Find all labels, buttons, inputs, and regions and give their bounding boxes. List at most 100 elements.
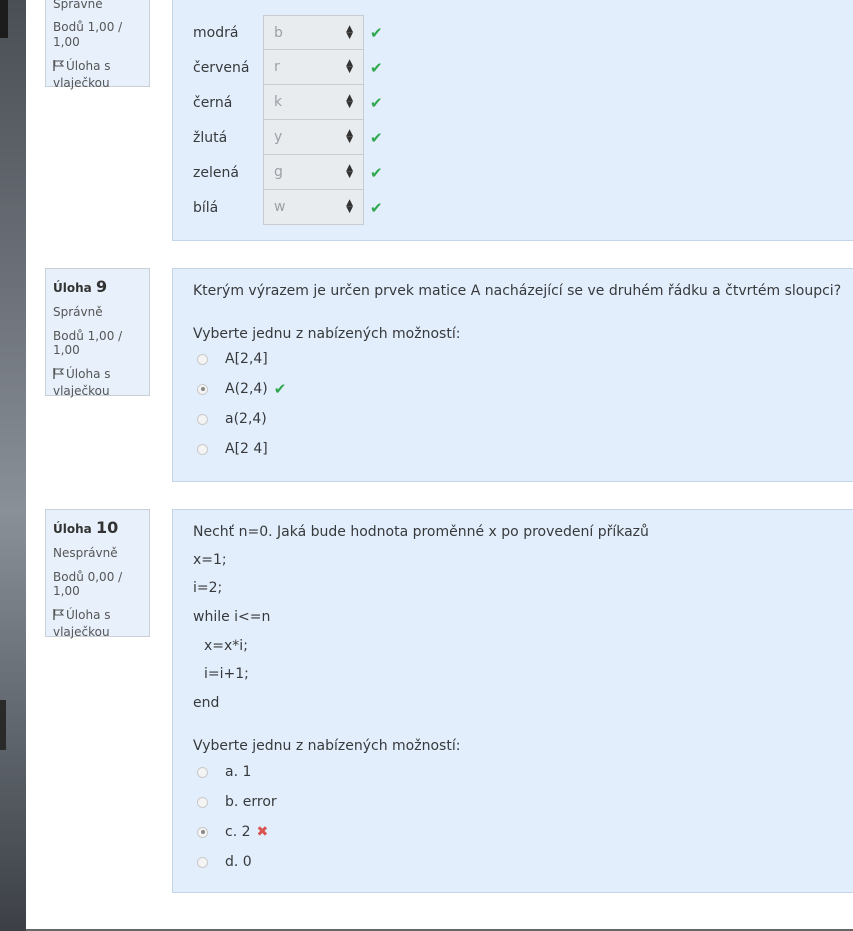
updown-caret-icon: ▲ ▼ xyxy=(346,93,353,110)
select-value: g xyxy=(274,164,283,180)
question-status: Nesprávně xyxy=(53,546,118,561)
match-select[interactable]: w ▲ ▼ xyxy=(263,190,364,225)
question-number-prefix: Úloha xyxy=(53,522,92,536)
updown-caret-icon: ▲ ▼ xyxy=(346,198,353,215)
quiz-review-page: Správně Bodů 1,00 / 1,00 Úloha s vlaječko… xyxy=(26,0,853,931)
flag-question-button[interactable]: Úloha s vlaječkou xyxy=(53,58,142,92)
match-label: zelená xyxy=(193,164,239,181)
question-text: Nechť n=0. Jaká bude hodnota proměnné x … xyxy=(193,524,649,540)
radio-button[interactable] xyxy=(197,766,208,778)
flag-icon xyxy=(53,368,64,380)
question-number-value: 9 xyxy=(95,277,108,296)
answer-prompt: Vyberte jednu z nabízených možností: xyxy=(193,326,461,342)
question-info-8: Správně Bodů 1,00 / 1,00 Úloha s vlaječko… xyxy=(45,0,150,90)
answer-option[interactable]: A[2 4] xyxy=(197,439,268,459)
code-line: x=1; xyxy=(193,552,227,568)
check-icon: ✔ xyxy=(370,58,383,77)
match-label: černá xyxy=(193,94,233,111)
updown-caret-icon: ▲ ▼ xyxy=(346,58,353,75)
question-text: Kterým výrazem je určen prvek matice A n… xyxy=(193,283,842,299)
flag-label: vlaječkou xyxy=(53,625,110,640)
match-label: bílá xyxy=(193,199,219,216)
answer-option[interactable]: A[2,4] xyxy=(197,349,268,369)
match-select[interactable]: r ▲ ▼ xyxy=(263,50,364,85)
flag-label: Úloha s xyxy=(66,367,111,382)
check-icon: ✔ xyxy=(370,163,383,182)
check-icon: ✔ xyxy=(370,93,383,112)
match-label: červená xyxy=(193,59,250,76)
select-value: b xyxy=(274,24,283,41)
flag-icon xyxy=(53,609,64,621)
check-icon: ✔ xyxy=(370,23,383,42)
question-score: Bodů 1,00 / 1,00 xyxy=(53,20,123,49)
check-icon: ✔ xyxy=(273,380,287,398)
select-value: w xyxy=(274,199,286,215)
match-select[interactable]: y ▲ ▼ xyxy=(263,120,364,155)
code-line: i=i+1; xyxy=(204,666,249,682)
match-row: černá k ▲ ▼ ✔ xyxy=(193,85,383,120)
updown-caret-icon: ▲ ▼ xyxy=(346,163,353,180)
match-row: zelená g ▲ ▼ ✔ xyxy=(193,155,383,190)
answer-option[interactable]: c. 2 ✖ xyxy=(197,822,268,842)
question-status: Správně xyxy=(53,305,103,320)
flag-label: vlaječkou xyxy=(53,76,110,91)
updown-caret-icon: ▲ ▼ xyxy=(346,23,353,41)
match-select[interactable]: k ▲ ▼ xyxy=(263,85,364,120)
match-label: žlutá xyxy=(193,129,228,146)
option-label: d. 0 xyxy=(225,854,252,870)
answer-option[interactable]: b. error xyxy=(197,792,277,812)
question-number: Úloha 9 xyxy=(53,277,142,296)
code-line: end xyxy=(193,695,220,711)
radio-button[interactable] xyxy=(197,383,208,395)
question-content-10: Nechť n=0. Jaká bude hodnota proměnné x … xyxy=(172,509,853,893)
match-row: bílá w ▲ ▼ ✔ xyxy=(193,190,383,225)
radio-button[interactable] xyxy=(197,353,208,365)
code-line: x=x*i; xyxy=(204,638,248,654)
code-line: while i<=n xyxy=(193,609,271,625)
check-icon: ✔ xyxy=(370,128,383,147)
select-value: k xyxy=(274,94,283,110)
desktop-edge xyxy=(0,0,8,38)
radio-button[interactable] xyxy=(197,826,208,838)
select-value: y xyxy=(274,129,283,145)
flag-label: vlaječkou xyxy=(53,384,110,399)
flag-question-button[interactable]: Úloha s vlaječkou xyxy=(53,366,142,400)
radio-button[interactable] xyxy=(197,443,208,455)
option-label: A(2,4) xyxy=(225,381,268,397)
match-row: modrá b ▲ ▼ ✔ xyxy=(193,15,383,50)
question-status: Správně xyxy=(53,0,103,11)
answer-option[interactable]: d. 0 xyxy=(197,852,252,872)
check-icon: ✔ xyxy=(370,198,383,217)
flag-question-button[interactable]: Úloha s vlaječkou xyxy=(53,607,142,641)
option-label: A[2,4] xyxy=(225,351,268,367)
answer-option[interactable]: a. 1 xyxy=(197,762,251,782)
question-info-9: Úloha 9 Správně Bodů 1,00 / 1,00 Úloha s… xyxy=(45,268,150,398)
question-number: Úloha 10 xyxy=(53,518,142,537)
match-label: modrá xyxy=(193,24,239,41)
desktop-edge xyxy=(0,700,6,750)
question-score: Bodů 1,00 / 1,00 xyxy=(53,328,123,357)
flag-icon xyxy=(53,60,64,72)
radio-button[interactable] xyxy=(197,413,208,425)
question-number-value: 10 xyxy=(95,518,119,537)
option-label: c. 2 xyxy=(225,824,251,840)
match-row: žlutá y ▲ ▼ ✔ xyxy=(193,120,383,155)
option-label: a(2,4) xyxy=(225,411,267,427)
radio-button[interactable] xyxy=(197,796,208,808)
option-label: A[2 4] xyxy=(225,441,268,457)
answer-prompt: Vyberte jednu z nabízených možností: xyxy=(193,738,461,754)
match-select[interactable]: b ▲ ▼ xyxy=(263,15,364,50)
question-content-9: Kterým výrazem je určen prvek matice A n… xyxy=(172,268,853,482)
question-number-prefix: Úloha xyxy=(53,281,92,295)
answer-option[interactable]: a(2,4) xyxy=(197,409,267,429)
radio-button[interactable] xyxy=(197,856,208,868)
cross-icon: ✖ xyxy=(256,824,269,840)
match-select[interactable]: g ▲ ▼ xyxy=(263,155,364,190)
answer-option[interactable]: A(2,4) ✔ xyxy=(197,379,286,399)
option-label: a. 1 xyxy=(225,764,252,780)
updown-caret-icon: ▲ ▼ xyxy=(346,128,353,145)
flag-label: Úloha s xyxy=(66,59,111,74)
match-row: červená r ▲ ▼ ✔ xyxy=(193,50,383,85)
question-content-8: modrá b ▲ ▼ ✔ červená r ▲ ▼ ✔ černá k ▲ ▼ ✔ žl… xyxy=(172,0,853,241)
question-score: Bodů 0,00 / 1,00 xyxy=(53,569,123,598)
